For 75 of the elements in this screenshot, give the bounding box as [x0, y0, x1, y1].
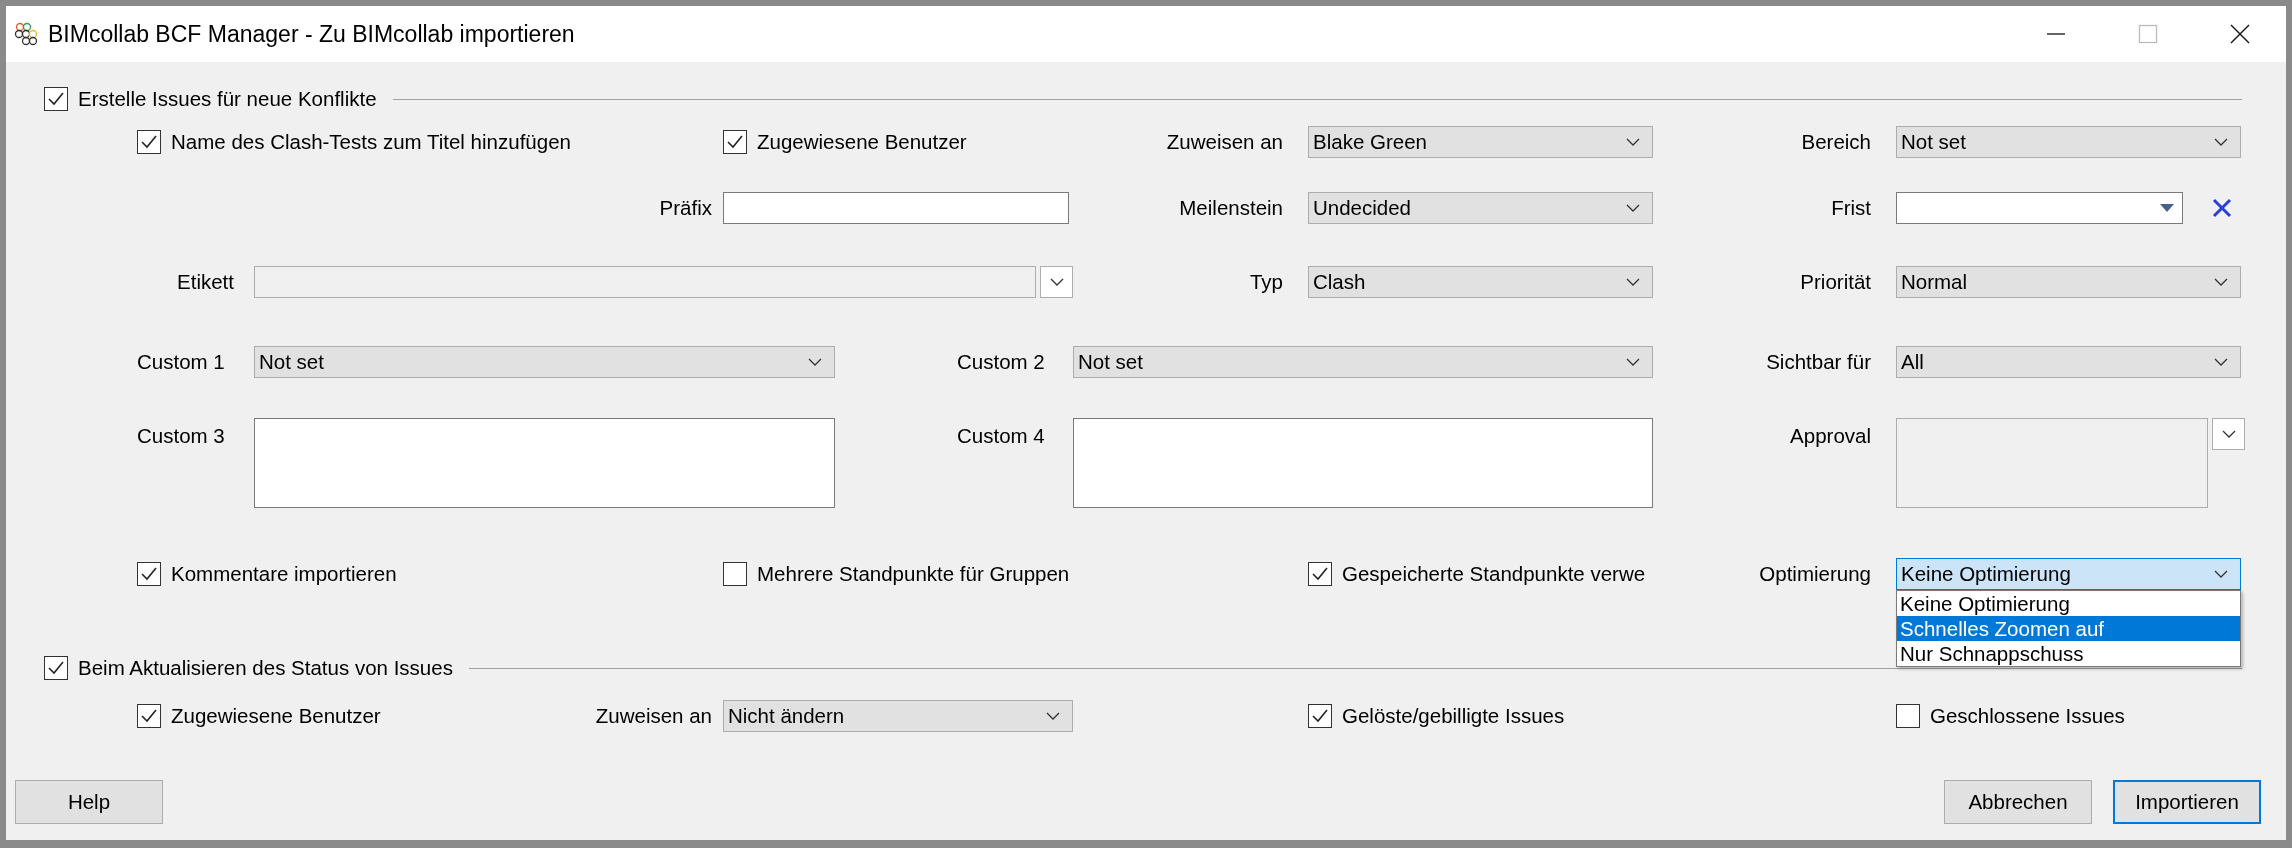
checkbox-label: Gespeicherte Standpunkte verwe [1342, 562, 1646, 586]
chevron-down-icon [2214, 570, 2228, 578]
field-label: Etikett [177, 270, 234, 294]
field-label: Meilenstein [1179, 196, 1283, 220]
checkbox[interactable] [137, 562, 161, 586]
checkbox-label: Gelöste/gebilligte Issues [1342, 704, 1565, 728]
checkbox-label: Zugewiesene Benutzer [757, 130, 967, 154]
checkbox-label: Kommentare importieren [171, 562, 397, 586]
checkbox[interactable] [137, 704, 161, 728]
field-label: Frist [1831, 196, 1871, 220]
chevron-down-icon [2214, 138, 2228, 146]
checkbox[interactable] [1308, 562, 1332, 586]
push-button[interactable]: Help [15, 780, 163, 824]
date-field[interactable] [1896, 192, 2183, 224]
chevron-down-icon [808, 358, 822, 366]
chevron-down-icon [2214, 278, 2228, 286]
checkbox[interactable] [1896, 704, 1920, 728]
clear-x-icon[interactable] [2212, 198, 2232, 218]
chevron-down-icon [2214, 358, 2228, 366]
dropdown[interactable]: All [1896, 346, 2241, 378]
dropdown[interactable]: Not set [254, 346, 835, 378]
push-button[interactable]: Abbrechen [1944, 780, 2092, 824]
dropdown[interactable]: Normal [1896, 266, 2241, 298]
field-label: Custom 4 [957, 423, 1046, 448]
field-label: Zuweisen an [595, 704, 712, 728]
chevron-down-icon [2221, 430, 2236, 438]
checkbox[interactable] [44, 656, 68, 680]
push-button[interactable]: Importieren [2113, 780, 2261, 824]
checkbox[interactable] [723, 130, 747, 154]
dropdown-triangle-icon [2160, 204, 2174, 212]
checkbox[interactable] [44, 87, 68, 111]
field-label: Präfix [659, 196, 712, 220]
chevron-down-icon [1626, 204, 1640, 212]
maximize-icon [2138, 24, 2158, 44]
dropdown[interactable]: Undecided [1308, 192, 1653, 224]
dropdown-option[interactable]: Nur Schnappschuss [1897, 641, 2240, 666]
field-label: Custom 2 [957, 350, 1046, 374]
field-label: Sichtbar für [1766, 350, 1871, 374]
checkbox[interactable] [1308, 704, 1332, 728]
chevron-down-icon [1626, 358, 1640, 366]
dropdown[interactable]: Not set [1896, 126, 2241, 158]
chevron-down-icon [1626, 138, 1640, 146]
dropdown[interactable]: Nicht ändern [723, 700, 1073, 732]
dropdown[interactable]: Blake Green [1308, 126, 1653, 158]
field-label: Optimierung [1759, 562, 1871, 586]
field-label: Priorität [1800, 270, 1871, 294]
dropdown-option[interactable]: Schnelles Zoomen auf [1897, 616, 2240, 641]
checkbox-label: Mehrere Standpunkte für Gruppen [757, 562, 1070, 586]
close-icon [2230, 24, 2250, 44]
checkbox[interactable] [723, 562, 747, 586]
checkbox-label: Zugewiesene Benutzer [171, 704, 381, 728]
checkbox-label: Name des Clash-Tests zum Titel hinzufügen [171, 130, 571, 154]
field-label: Custom 3 [137, 423, 226, 448]
checkbox-label: Geschlossene Issues [1930, 704, 2125, 728]
section-label: Beim Aktualisieren des Status von Issues [78, 656, 453, 680]
window-title: BIMcollab BCF Manager - Zu BIMcollab importieren [48, 20, 575, 48]
dropdown-option[interactable]: Keine Optimierung [1897, 591, 2240, 616]
chevron-down-icon [1046, 712, 1060, 720]
chevron-down-icon [1626, 278, 1640, 286]
chevron-down-icon [1049, 278, 1064, 286]
field-label: Approval [1790, 423, 1871, 448]
checkbox[interactable] [137, 130, 161, 154]
section-label: Erstelle Issues für neue Konflikte [78, 87, 377, 111]
field-label: Bereich [1801, 130, 1871, 154]
field-label: Typ [1249, 270, 1283, 294]
dropdown[interactable]: Keine Optimierung [1896, 558, 2241, 590]
minimize-icon [2046, 33, 2066, 35]
dropdown[interactable]: Clash [1308, 266, 1653, 298]
circles-logo-icon [14, 22, 38, 46]
text-area[interactable] [254, 418, 835, 508]
text-area[interactable] [1073, 418, 1653, 508]
field-label: Zuweisen an [1166, 130, 1283, 154]
field-label: Custom 1 [137, 350, 226, 374]
dropdown[interactable]: Not set [1073, 346, 1653, 378]
prefix-field[interactable] [723, 192, 1069, 224]
